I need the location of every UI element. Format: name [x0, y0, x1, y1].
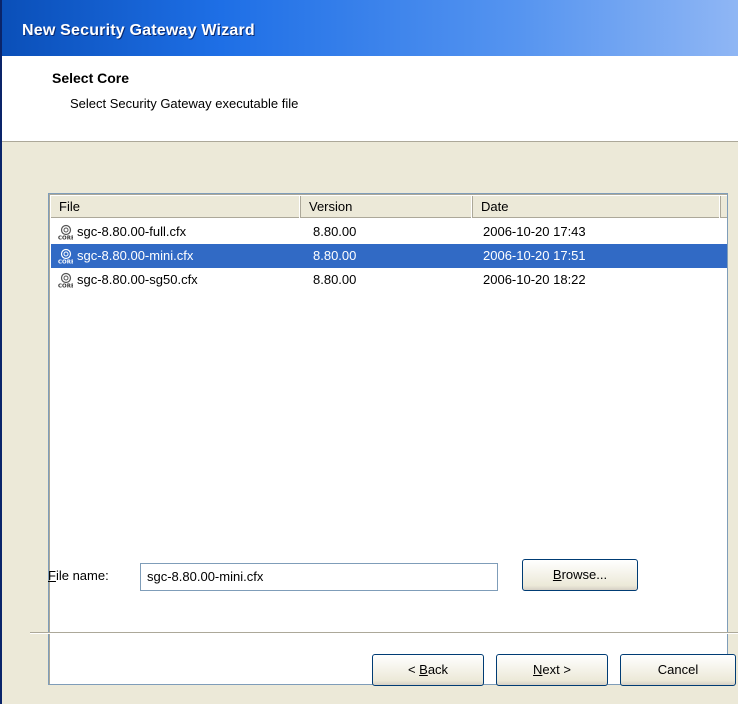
table-row[interactable]: CORE sgc-8.80.00-sg50.cfx 8.80.00 2006-10-2… — [51, 268, 727, 292]
core-file-icon: CORE — [57, 224, 73, 240]
cell-version: 8.80.00 — [313, 248, 357, 263]
title-bar[interactable]: New Security Gateway Wizard — [0, 0, 738, 56]
browse-label: rowse... — [561, 567, 608, 582]
cell-file: CORE sgc-8.80.00-mini.cfx — [51, 244, 301, 268]
file-listview[interactable]: File Version Date CORE sgc-8.80.00-full.c… — [48, 193, 728, 685]
column-header-file[interactable]: File — [51, 196, 301, 218]
cell-version: 8.80.00 — [313, 272, 357, 287]
back-label: ack — [427, 662, 449, 677]
svg-text:CORE: CORE — [58, 284, 73, 289]
table-row[interactable]: CORE sgc-8.80.00-mini.cfx 8.80.00 2006-10-2… — [51, 244, 727, 268]
listview-header: File Version Date — [51, 196, 727, 218]
back-button[interactable]: < Back — [372, 654, 484, 686]
listview-rows: CORE sgc-8.80.00-full.cfx 8.80.00 2006-10-2… — [51, 220, 727, 292]
back-accel: B — [419, 662, 428, 677]
cancel-button[interactable]: Cancel — [620, 654, 736, 686]
file-name-label: File name: — [48, 568, 109, 583]
file-name: sgc-8.80.00-sg50.cfx — [77, 272, 198, 287]
browse-button[interactable]: Browse... — [522, 559, 638, 591]
file-name-label-accel: F — [48, 568, 56, 583]
file-name: sgc-8.80.00-mini.cfx — [77, 248, 194, 263]
next-button[interactable]: Next > — [496, 654, 608, 686]
cell-file: CORE sgc-8.80.00-full.cfx — [51, 220, 301, 244]
core-file-icon: CORE — [57, 272, 73, 288]
table-row[interactable]: CORE sgc-8.80.00-full.cfx 8.80.00 2006-10-2… — [51, 220, 727, 244]
window-title: New Security Gateway Wizard — [22, 22, 255, 39]
wizard-window: New Security Gateway Wizard Select Core … — [0, 0, 738, 704]
cell-date: 2006-10-20 18:22 — [483, 272, 586, 287]
file-name-input[interactable]: sgc-8.80.00-mini.cfx — [140, 563, 498, 591]
back-prefix: < — [407, 662, 420, 677]
column-header-version[interactable]: Version — [301, 196, 473, 218]
svg-text:CORE: CORE — [58, 260, 73, 265]
cell-file: CORE sgc-8.80.00-sg50.cfx — [51, 268, 301, 292]
page-subtitle: Select Security Gateway executable file — [70, 96, 299, 111]
cell-version: 8.80.00 — [313, 224, 357, 239]
browse-accel: B — [552, 567, 562, 582]
file-name-label-text: ile name: — [55, 568, 109, 583]
next-accel: N — [533, 662, 543, 677]
button-separator — [30, 632, 738, 634]
core-file-icon: CORE — [57, 248, 73, 264]
file-name: sgc-8.80.00-full.cfx — [77, 224, 187, 239]
next-label: ext > — [542, 662, 571, 677]
column-header-date[interactable]: Date — [473, 196, 721, 218]
svg-text:CORE: CORE — [58, 236, 73, 241]
cell-date: 2006-10-20 17:51 — [483, 248, 586, 263]
cell-date: 2006-10-20 17:43 — [483, 224, 586, 239]
wizard-header: Select Core Select Security Gateway exec… — [2, 56, 738, 142]
page-title: Select Core — [52, 70, 130, 86]
